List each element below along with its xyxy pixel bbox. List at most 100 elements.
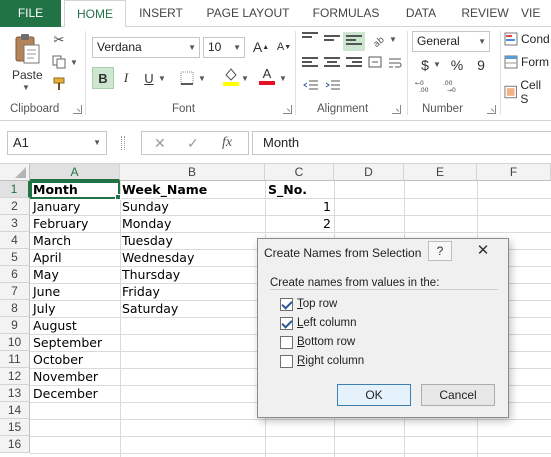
row-header[interactable]: 4 bbox=[0, 232, 30, 249]
left-column-checkbox[interactable] bbox=[280, 316, 293, 330]
option-right-column[interactable]: Right column bbox=[280, 353, 364, 369]
align-right-icon[interactable] bbox=[346, 57, 362, 70]
fill-color-button[interactable] bbox=[220, 65, 242, 87]
shrink-font-button[interactable]: A ▼ bbox=[273, 36, 295, 58]
cell-weekday[interactable]: Wednesday bbox=[122, 249, 194, 266]
copy-icon[interactable] bbox=[50, 53, 68, 71]
italic-button[interactable]: I bbox=[115, 67, 137, 89]
cell-month[interactable]: October bbox=[33, 351, 83, 368]
cell-weekday[interactable]: Thursday bbox=[122, 266, 180, 283]
cell-month[interactable]: November bbox=[33, 368, 98, 385]
row-header[interactable]: 3 bbox=[0, 215, 30, 232]
option-bottom-row[interactable]: Bottom row bbox=[280, 334, 355, 350]
column-header-d[interactable]: D bbox=[334, 164, 404, 181]
fill-color-dropdown-icon[interactable]: ▼ bbox=[241, 74, 249, 83]
cell-month[interactable]: January bbox=[33, 198, 80, 215]
row-header[interactable]: 7 bbox=[0, 283, 30, 300]
paste-dropdown-icon[interactable]: ▼ bbox=[22, 83, 30, 92]
column-header-a[interactable]: A bbox=[30, 164, 120, 181]
cell-month[interactable]: December bbox=[33, 385, 98, 402]
right-column-label[interactable]: Right column bbox=[297, 355, 364, 367]
align-left-icon[interactable] bbox=[302, 57, 318, 70]
wrap-text-icon[interactable] bbox=[387, 55, 403, 71]
grow-font-button[interactable]: A ▲ bbox=[250, 36, 272, 58]
decrease-decimal-icon[interactable]: .00 →0 bbox=[442, 77, 464, 95]
conditional-formatting-button[interactable]: Cond bbox=[504, 32, 550, 46]
top-row-checkbox[interactable] bbox=[280, 297, 293, 311]
bold-button[interactable]: B bbox=[92, 67, 114, 89]
name-box[interactable]: A1 ▼ bbox=[7, 131, 107, 155]
ok-button[interactable]: OK bbox=[337, 384, 411, 406]
format-painter-icon[interactable] bbox=[50, 75, 68, 93]
row-header[interactable]: 9 bbox=[0, 317, 30, 334]
column-header-b[interactable]: B bbox=[120, 164, 265, 181]
borders-button[interactable] bbox=[176, 67, 198, 89]
cell-weekday[interactable]: Saturday bbox=[122, 300, 178, 317]
top-align-icon[interactable] bbox=[302, 32, 318, 45]
font-size-combo[interactable]: 10 ▼ bbox=[203, 37, 245, 58]
left-column-label[interactable]: Left column bbox=[297, 317, 356, 329]
row-header[interactable]: 13 bbox=[0, 385, 30, 402]
row-header[interactable]: 8 bbox=[0, 300, 30, 317]
number-format-combo[interactable]: General ▼ bbox=[412, 31, 490, 52]
tab-review[interactable]: REVIEW bbox=[456, 0, 514, 27]
tab-page-layout[interactable]: PAGE LAYOUT bbox=[200, 0, 296, 27]
row-header[interactable]: 6 bbox=[0, 266, 30, 283]
number-launcher-icon[interactable] bbox=[487, 105, 496, 114]
currency-dropdown-icon[interactable]: ▼ bbox=[433, 60, 441, 69]
formula-bar-splitter[interactable] bbox=[121, 136, 125, 150]
percent-button[interactable]: % bbox=[446, 54, 468, 76]
option-left-column[interactable]: Left column bbox=[280, 315, 356, 331]
increase-decimal-icon[interactable]: ←0.00 bbox=[414, 77, 436, 95]
bottom-row-checkbox[interactable] bbox=[280, 335, 293, 349]
cell-month[interactable]: May bbox=[33, 266, 59, 283]
clipboard-launcher-icon[interactable] bbox=[73, 105, 82, 114]
bottom-align-icon[interactable] bbox=[343, 32, 365, 51]
cell-weekday[interactable]: Tuesday bbox=[122, 232, 173, 249]
right-column-checkbox[interactable] bbox=[280, 354, 293, 368]
format-as-table-button[interactable]: Form bbox=[504, 55, 549, 69]
paste-label[interactable]: Paste bbox=[12, 68, 43, 82]
tab-data[interactable]: DATA bbox=[397, 0, 445, 27]
font-color-button[interactable]: A bbox=[256, 65, 278, 87]
row-header[interactable]: 11 bbox=[0, 351, 30, 368]
row-header[interactable]: 14 bbox=[0, 402, 30, 419]
font-launcher-icon[interactable] bbox=[283, 105, 292, 114]
column-header-c[interactable]: C bbox=[265, 164, 334, 181]
cell-month[interactable]: September bbox=[33, 334, 102, 351]
underline-dropdown-icon[interactable]: ▼ bbox=[158, 74, 166, 83]
tab-formulas[interactable]: FORMULAS bbox=[306, 0, 386, 27]
row-header[interactable]: 16 bbox=[0, 436, 30, 453]
row-header[interactable]: 12 bbox=[0, 368, 30, 385]
formula-input[interactable]: Month bbox=[252, 131, 551, 155]
tab-file[interactable]: FILE bbox=[0, 0, 61, 27]
orientation-dropdown-icon[interactable]: ▼ bbox=[389, 35, 397, 44]
cancel-icon[interactable]: ✕ bbox=[154, 135, 166, 152]
underline-button[interactable]: U bbox=[138, 67, 160, 89]
borders-dropdown-icon[interactable]: ▼ bbox=[198, 74, 206, 83]
top-row-label[interactable]: Top row bbox=[297, 298, 337, 310]
paste-button[interactable] bbox=[12, 32, 42, 64]
help-button[interactable]: ? bbox=[428, 241, 452, 261]
orientation-button[interactable]: ab bbox=[368, 29, 390, 51]
alignment-launcher-icon[interactable] bbox=[392, 105, 401, 114]
align-center-icon[interactable] bbox=[324, 57, 340, 70]
cell-weekday[interactable]: Monday bbox=[122, 215, 171, 232]
middle-align-icon[interactable] bbox=[324, 35, 340, 48]
enter-icon[interactable]: ✓ bbox=[187, 135, 199, 152]
row-header[interactable]: 10 bbox=[0, 334, 30, 351]
font-color-dropdown-icon[interactable]: ▼ bbox=[279, 74, 287, 83]
cell-month[interactable]: July bbox=[33, 300, 55, 317]
tab-view[interactable]: VIE bbox=[521, 0, 551, 27]
increase-indent-icon[interactable] bbox=[324, 77, 342, 95]
cancel-button[interactable]: Cancel bbox=[421, 384, 495, 406]
column-header-f[interactable]: F bbox=[477, 164, 551, 181]
bottom-row-label[interactable]: Bottom row bbox=[297, 336, 355, 348]
option-top-row[interactable]: Top row bbox=[280, 296, 337, 312]
cell-month[interactable]: June bbox=[33, 283, 60, 300]
merge-center-icon[interactable] bbox=[367, 54, 383, 70]
copy-dropdown-icon[interactable]: ▼ bbox=[70, 58, 78, 67]
close-button[interactable]: ✕ bbox=[468, 241, 498, 261]
font-name-combo[interactable]: Verdana ▼ bbox=[92, 37, 200, 58]
cell-weekday[interactable]: Friday bbox=[122, 283, 160, 300]
